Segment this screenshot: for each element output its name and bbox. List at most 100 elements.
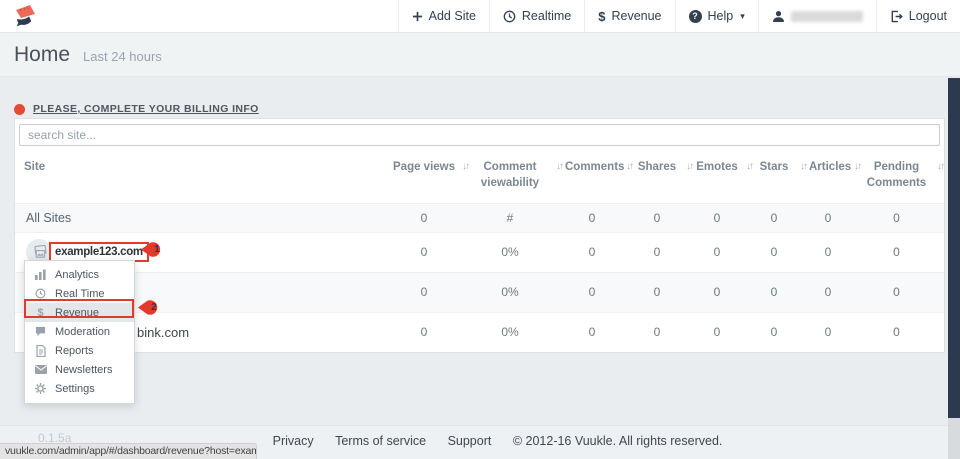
cell-value: 0 (633, 272, 693, 312)
dollar-icon: $ (598, 9, 605, 24)
sort-icon[interactable]: ↓↑ (746, 160, 752, 174)
clock-icon (503, 10, 516, 23)
alert-dot-icon (14, 104, 25, 115)
user-email-redacted (791, 11, 863, 22)
navbar-actions: Add Site Realtime $ Revenue ? Help ▾ Log… (398, 0, 960, 32)
column-header-stars[interactable]: Stars↓↑ (753, 150, 807, 203)
top-navbar: Add Site Realtime $ Revenue ? Help ▾ Log… (0, 0, 960, 33)
cell-value: 0 (861, 203, 944, 232)
sort-icon[interactable]: ↓↑ (937, 160, 943, 174)
column-header-emotes[interactable]: Emotes↓↑ (693, 150, 753, 203)
clock-icon (34, 288, 47, 299)
support-link[interactable]: Support (448, 434, 492, 448)
page-title: Home (14, 43, 70, 67)
menu-item-settings[interactable]: Settings (25, 379, 134, 398)
question-icon: ? (689, 10, 702, 23)
cell-value: 0 (633, 312, 693, 352)
cell-value: 0 (563, 203, 633, 232)
envelope-icon (34, 365, 47, 374)
menu-item-label: Reports (55, 345, 94, 357)
sort-icon[interactable]: ↓↑ (854, 160, 860, 174)
privacy-link[interactable]: Privacy (273, 434, 314, 448)
table-row-example123[interactable]: example123.com 0 0% 0 0 0 0 0 0 (15, 232, 944, 272)
site-name-all-sites[interactable]: All Sites (15, 203, 391, 232)
cell-value: 0 (861, 272, 944, 312)
revenue-label: Revenue (611, 9, 661, 23)
menu-item-label: Analytics (55, 269, 99, 281)
logout-label: Logout (909, 9, 947, 23)
billing-info-link[interactable]: PLEASE, COMPLETE YOUR BILLING INFO (33, 103, 259, 115)
page-header: Home Last 24 hours (0, 33, 960, 77)
cell-value: # (469, 203, 563, 232)
menu-item-label: Settings (55, 383, 95, 395)
menu-item-moderation[interactable]: Moderation (25, 322, 134, 341)
browser-status-url: vuukle.com/admin/app/#/dashboard/revenue… (0, 443, 257, 459)
column-header-site: Site (15, 150, 391, 203)
menu-item-real-time[interactable]: Real Time (25, 284, 134, 303)
page-subtitle: Last 24 hours (83, 49, 162, 64)
realtime-button[interactable]: Realtime (489, 0, 584, 32)
scrollbar-thumb[interactable] (948, 78, 960, 418)
cell-value: 0 (693, 272, 753, 312)
cell-value: 0 (753, 232, 807, 272)
sort-icon[interactable]: ↓↑ (626, 160, 632, 174)
table-header-row: Site Page views↓↑ Comment viewability↓↑ … (15, 150, 944, 203)
gear-icon (34, 383, 47, 394)
column-header-pending-comments[interactable]: Pending Comments↓↑ (861, 150, 944, 203)
site-name-example123-annotated[interactable]: example123.com (49, 242, 149, 262)
comment-icon (34, 326, 47, 337)
revenue-button[interactable]: $ Revenue (584, 0, 674, 32)
column-header-comment-viewability[interactable]: Comment viewability↓↑ (469, 150, 563, 203)
vuukle-logo[interactable] (12, 3, 39, 30)
realtime-label: Realtime (522, 9, 571, 23)
table-row-bink[interactable]: bink.com 0 0% 0 0 0 0 0 0 (15, 312, 944, 352)
scrollbar-track[interactable] (948, 78, 960, 459)
cell-value: 0 (391, 203, 469, 232)
cell-value: 0 (807, 312, 861, 352)
menu-item-label: Moderation (55, 326, 110, 338)
menu-item-newsletters[interactable]: Newsletters (25, 360, 134, 379)
sort-icon[interactable]: ↓↑ (462, 160, 468, 174)
terms-link[interactable]: Terms of service (335, 434, 426, 448)
cell-value: 0 (807, 203, 861, 232)
cell-value: 0 (693, 203, 753, 232)
logout-button[interactable]: Logout (876, 0, 960, 32)
column-header-page-views[interactable]: Page views↓↑ (391, 150, 469, 203)
column-header-shares[interactable]: Shares↓↑ (633, 150, 693, 203)
table-row-hidden-site[interactable]: 0 0% 0 0 0 0 0 0 (15, 272, 944, 312)
sort-icon[interactable]: ↓↑ (800, 160, 806, 174)
cell-value: 0 (563, 272, 633, 312)
search-input[interactable] (19, 124, 940, 146)
cell-value: 0% (469, 312, 563, 352)
add-site-label: Add Site (429, 9, 476, 23)
vuukle-logo-icon (12, 3, 39, 30)
cell-value: 0% (469, 232, 563, 272)
cell-value: 0 (807, 272, 861, 312)
menu-item-label: Newsletters (55, 364, 112, 376)
menu-item-label: Revenue (55, 307, 99, 319)
help-label: Help (708, 9, 734, 23)
chevron-down-icon: ▾ (740, 11, 745, 22)
dollar-icon: $ (34, 307, 47, 319)
copyright-text: © 2012-16 Vuukle. All rights reserved. (513, 434, 723, 448)
menu-item-revenue[interactable]: $ Revenue (25, 303, 134, 322)
cell-value: 0 (753, 312, 807, 352)
cell-value: 0 (753, 272, 807, 312)
add-site-button[interactable]: Add Site (398, 0, 489, 32)
report-icon (34, 345, 47, 357)
menu-item-analytics[interactable]: Analytics (25, 265, 134, 284)
menu-item-reports[interactable]: Reports (25, 341, 134, 360)
help-menu[interactable]: ? Help ▾ (675, 0, 758, 32)
cell-value: 0 (633, 232, 693, 272)
user-account-menu[interactable] (758, 0, 876, 32)
menu-item-label: Real Time (55, 288, 105, 300)
cell-value: 0 (633, 203, 693, 232)
column-header-comments[interactable]: Comments↓↑ (563, 150, 633, 203)
sites-panel: Site Page views↓↑ Comment viewability↓↑ … (14, 118, 945, 353)
cell-value: 0 (861, 312, 944, 352)
sort-icon[interactable]: ↓↑ (556, 160, 562, 174)
user-icon (772, 10, 785, 23)
column-header-articles[interactable]: Articles↓↑ (807, 150, 861, 203)
sort-icon[interactable]: ↓↑ (686, 160, 692, 174)
table-row-all-sites[interactable]: All Sites 0 # 0 0 0 0 0 0 (15, 203, 944, 232)
